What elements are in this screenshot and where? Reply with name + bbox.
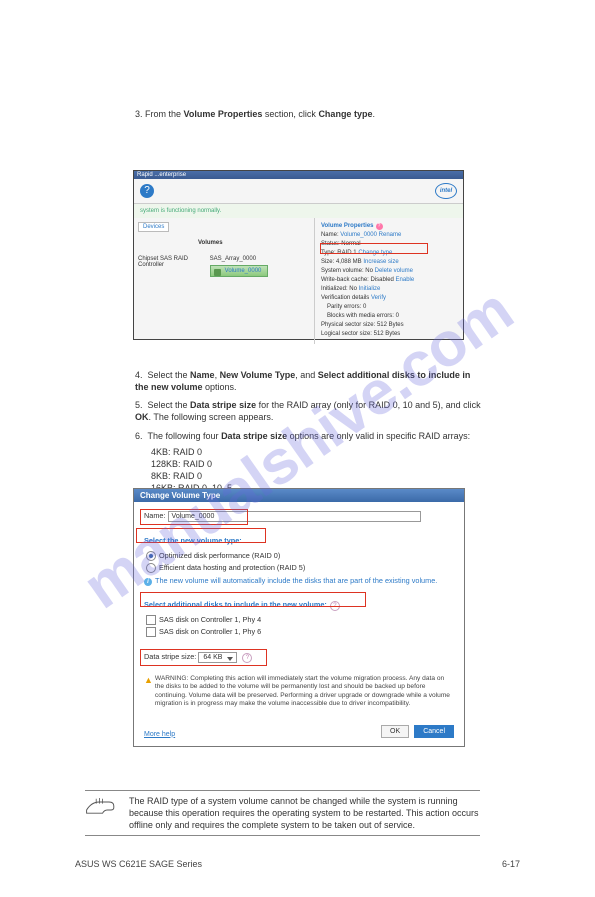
checkbox-disk-phy6[interactable] <box>146 627 156 637</box>
checkbox-disk-phy4[interactable] <box>146 615 156 625</box>
dialog-title: Change Volume Type <box>134 489 464 502</box>
intel-logo: intel <box>435 183 457 199</box>
help-icon[interactable]: ? <box>140 184 154 198</box>
name-input[interactable]: Volume_0000 <box>168 511 421 522</box>
window-toolbar: ? intel <box>134 179 463 204</box>
note-text: The RAID type of a system volume cannot … <box>129 795 480 831</box>
increase-size-link[interactable]: Increase size <box>363 259 398 265</box>
change-type-link[interactable]: Change type <box>358 250 392 256</box>
volumes-heading: Volumes <box>198 240 310 246</box>
properties-panel: Volume Properties? Name: Volume_0000 Ren… <box>315 218 463 344</box>
name-label: Name: <box>144 511 166 520</box>
radio-raid0[interactable] <box>146 551 156 561</box>
footer-left: ASUS WS C621E SAGE Series <box>75 859 202 869</box>
controller-label: Chipset SAS RAID Controller <box>138 256 208 268</box>
note-hand-icon <box>85 795 117 819</box>
more-help-link[interactable]: More help <box>144 731 175 738</box>
select-disks-heading: Select additional disks to include in th… <box>144 600 327 609</box>
verify-link[interactable]: Verify <box>371 295 386 301</box>
initialize-link[interactable]: Initialize <box>359 286 381 292</box>
footer-right: 6-17 <box>502 859 520 869</box>
window-titlebar: Rapid ...enterprise <box>134 171 463 179</box>
info-icon: i <box>144 578 152 586</box>
device-tree-panel: Devices Volumes Chipset SAS RAID Control… <box>134 218 315 344</box>
page-footer: ASUS WS C621E SAGE Series 6-17 <box>75 859 520 869</box>
radio-raid5[interactable] <box>146 563 156 573</box>
instruction-steps-4-6: 4. Select the Name, New Volume Type, and… <box>135 369 485 494</box>
status-bar: system is functioning normally. <box>134 204 463 218</box>
change-volume-type-dialog: Change Volume Type Name: Volume_0000 Sel… <box>133 488 465 747</box>
enable-cache-link[interactable]: Enable <box>396 277 415 283</box>
raid-manager-window: Rapid ...enterprise ? intel system is fu… <box>133 170 464 340</box>
props-heading: Volume Properties <box>321 223 374 229</box>
volume-chip[interactable]: Volume_0000 <box>210 265 269 277</box>
help-icon[interactable]: ? <box>376 223 383 230</box>
help-icon[interactable]: ? <box>330 601 340 611</box>
ok-button[interactable]: OK <box>381 725 409 738</box>
stripe-label: Data stripe size: <box>144 652 196 661</box>
devices-tab[interactable]: Devices <box>138 222 169 232</box>
array-label: SAS_Array_0000 <box>210 256 256 262</box>
help-icon[interactable]: ? <box>242 653 252 663</box>
rename-link[interactable]: Rename <box>379 232 402 238</box>
select-type-heading: Select the new volume type: <box>144 536 242 545</box>
note-block: The RAID type of a system volume cannot … <box>85 790 480 836</box>
stripe-size-dropdown[interactable]: 64 KB <box>198 652 237 663</box>
cancel-button[interactable]: Cancel <box>414 725 454 738</box>
step-number: 3. <box>135 109 143 119</box>
warning-icon: ▲ <box>144 675 153 709</box>
warning-text: WARNING: Completing this action will imm… <box>155 675 454 709</box>
delete-volume-link[interactable]: Delete volume <box>375 268 413 274</box>
instruction-step-3: 3. From the Volume Properties section, c… <box>135 108 485 120</box>
